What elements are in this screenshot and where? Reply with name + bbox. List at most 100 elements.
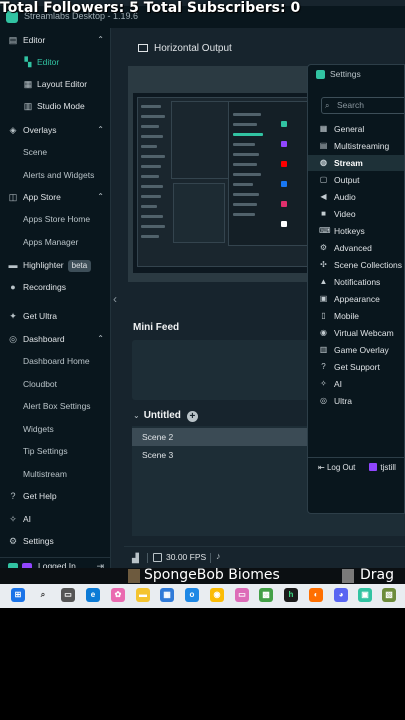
advanced-icon: ⚙	[319, 243, 328, 252]
preview-row	[233, 213, 255, 216]
chevron-down-icon[interactable]: ⌄	[133, 411, 140, 420]
sidebar-item-recordings[interactable]: ● Recordings	[0, 277, 111, 297]
sidebar-item-get-ultra[interactable]: ✦ Get Ultra	[0, 306, 111, 326]
settings-item-label: AI	[334, 379, 343, 389]
windows-start-icon[interactable]: ⊞	[11, 588, 25, 602]
preview-row	[141, 135, 163, 138]
task-view-icon[interactable]: ▭	[61, 588, 75, 602]
preview-row	[233, 183, 253, 186]
twitch-icon	[369, 463, 378, 471]
settings-item-notifications[interactable]: ▲ Notifications	[308, 274, 404, 290]
sidebar-item-overlays-group[interactable]: ◈ Overlays ⌃	[0, 120, 111, 140]
file-explorer-icon[interactable]: ▬	[136, 588, 150, 602]
sidebar: ▤ Editor ⌃ ▚ Editor ▦ Layout Editor ▥ St…	[0, 28, 111, 582]
sidebar-item-layout-editor[interactable]: ▦ Layout Editor	[0, 74, 111, 94]
settings-item-ai[interactable]: ✧ AI	[308, 376, 404, 392]
settings-item-output[interactable]: ▢ Output	[308, 172, 404, 188]
settings-title: Settings	[330, 69, 361, 79]
sidebar-item-dashboard-home[interactable]: Dashboard Home	[0, 351, 111, 371]
hulu-icon[interactable]: h	[284, 588, 298, 602]
sidebar-item-widgets[interactable]: Widgets	[0, 419, 111, 439]
chevron-up-icon: ⌃	[97, 35, 104, 44]
settings-item-multistreaming[interactable]: ▤ Multistreaming	[308, 138, 404, 154]
preview-row	[141, 155, 165, 158]
logout-icon[interactable]: ⇤	[318, 463, 325, 472]
settings-item-scene-collections[interactable]: ✣ Scene Collections	[308, 257, 404, 273]
search-icon[interactable]: ⌕	[36, 588, 50, 602]
minecraft-icon[interactable]: ▩	[259, 588, 273, 602]
editor-icon: ▚	[24, 57, 32, 67]
sidebar-item-label: Widgets	[23, 424, 54, 434]
stats-icon[interactable]: ▟	[132, 553, 139, 564]
minecraft-launcher-icon[interactable]: ▧	[382, 588, 396, 602]
streamlabs-window: Streamlabs Desktop - 1.19.6 ▤ Editor ⌃ ▚…	[0, 0, 405, 582]
follower-overlay: Total Followers: 5 Total Subscribers: 0	[0, 0, 301, 16]
preview-row	[233, 123, 257, 126]
collapse-sidebar-icon[interactable]: ‹	[113, 292, 117, 306]
edge-icon[interactable]: e	[86, 588, 100, 602]
logout-button[interactable]: Log Out	[327, 463, 355, 472]
sidebar-item-label: Get Ultra	[23, 311, 58, 321]
sidebar-item-apps-manager[interactable]: Apps Manager	[0, 232, 111, 252]
logout-row: ⇤ Log Out tjstill	[318, 463, 396, 472]
bell-icon[interactable]: ♪	[216, 551, 221, 561]
outlook-icon[interactable]: o	[185, 588, 199, 602]
paint-icon[interactable]: ▭	[235, 588, 249, 602]
streamlabs-taskbar-icon[interactable]: ▣	[358, 588, 372, 602]
settings-item-stream[interactable]: ◍ Stream	[308, 155, 404, 171]
settings-item-get-support[interactable]: ? Get Support	[308, 359, 404, 375]
sidebar-item-editor[interactable]: ▚ Editor	[0, 52, 111, 72]
sidebar-item-alerts-widgets[interactable]: Alerts and Widgets	[0, 165, 111, 185]
settings-item-general[interactable]: ▦ General	[308, 121, 404, 137]
preview-row	[141, 185, 163, 188]
fps-value: 30.00 FPS	[166, 552, 207, 562]
sidebar-item-highlighter[interactable]: ▬ Highlighter beta	[0, 255, 111, 275]
globe-icon: ◍	[320, 158, 327, 167]
sidebar-item-app-store-group[interactable]: ◫ App Store ⌃	[0, 187, 111, 207]
scene-collection-header[interactable]: ⌄ Untitled +	[133, 410, 198, 422]
support-icon: ?	[321, 362, 326, 371]
sidebar-item-scene[interactable]: Scene	[0, 142, 111, 162]
settings-item-mobile[interactable]: ▯ Mobile	[308, 308, 404, 324]
copilot-icon[interactable]: ✿	[111, 588, 125, 602]
preview-row	[233, 153, 259, 156]
settings-item-game-overlay[interactable]: ▥ Game Overlay	[308, 342, 404, 358]
settings-item-audio[interactable]: ◀ Audio	[308, 189, 404, 205]
ticker-text: SpongeBob Biomes	[144, 568, 280, 583]
sidebar-item-label: Studio Mode	[37, 101, 85, 111]
settings-item-advanced[interactable]: ⚙ Advanced	[308, 240, 404, 256]
settings-item-appearance[interactable]: ▣ Appearance	[308, 291, 404, 307]
discord-icon[interactable]: ◕	[334, 588, 348, 602]
windows-taskbar: ⊞ ⌕ ▭ e ✿ ▬ ▦ o ◉ ▭ ▩ h ◐ ◕ ▣ ▧	[0, 582, 405, 608]
store-icon[interactable]: ▦	[160, 588, 174, 602]
settings-item-ultra[interactable]: ◎ Ultra	[308, 393, 404, 409]
sidebar-item-studio-mode[interactable]: ▥ Studio Mode	[0, 96, 111, 116]
settings-item-label: Notifications	[334, 277, 381, 287]
sidebar-item-editor-group[interactable]: ▤ Editor ⌃	[0, 30, 111, 50]
sidebar-item-cloudbot[interactable]: Cloudbot	[0, 374, 111, 394]
add-scene-icon[interactable]: +	[186, 411, 198, 422]
settings-item-label: Appearance	[334, 294, 380, 304]
settings-item-hotkeys[interactable]: ⌨ Hotkeys	[308, 223, 404, 239]
sidebar-item-multistream[interactable]: Multistream	[0, 464, 111, 484]
settings-item-label: Get Support	[334, 362, 380, 372]
sidebar-item-ai[interactable]: ✧ AI	[0, 509, 111, 529]
sidebar-item-alert-box-settings[interactable]: Alert Box Settings	[0, 396, 111, 416]
settings-search-input[interactable]: ⌕ Search	[321, 97, 404, 114]
sidebar-item-label: Apps Store Home	[23, 214, 91, 224]
streamlabs-logo-icon	[316, 70, 325, 79]
app-icon[interactable]: ◐	[309, 588, 323, 602]
sidebar-item-tip-settings[interactable]: Tip Settings	[0, 441, 111, 461]
preview-row	[141, 195, 161, 198]
settings-item-video[interactable]: ■ Video	[308, 206, 404, 222]
sidebar-item-dashboard-group[interactable]: ◎ Dashboard ⌃	[0, 329, 111, 349]
chrome-icon[interactable]: ◉	[210, 588, 224, 602]
preview-row	[233, 173, 261, 176]
preview-row	[233, 203, 257, 206]
sidebar-item-get-help[interactable]: ? Get Help	[0, 486, 111, 506]
sidebar-item-apps-store-home[interactable]: Apps Store Home	[0, 209, 111, 229]
settings-item-virtual-webcam[interactable]: ◉ Virtual Webcam	[308, 325, 404, 341]
audio-icon: ◀	[320, 192, 327, 201]
webcam-icon: ◉	[320, 328, 327, 337]
sidebar-item-settings[interactable]: ⚙ Settings	[0, 531, 111, 551]
